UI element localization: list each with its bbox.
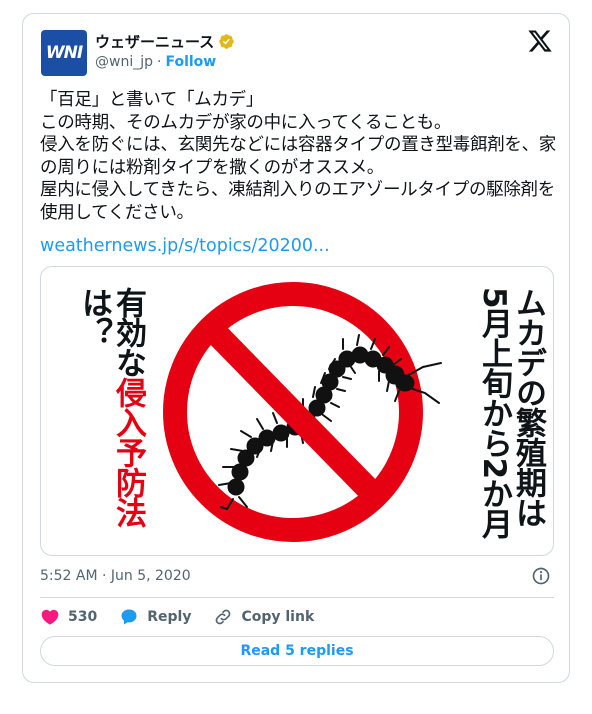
tweet-link[interactable]: weathernews.jp/s/topics/20200... [40, 236, 330, 256]
prohibition-centipede-illustration [163, 282, 442, 542]
verified-badge-icon [219, 34, 235, 49]
reply-button[interactable]: Reply [119, 607, 191, 627]
like-button[interactable]: 530 [40, 607, 97, 627]
read-replies-button[interactable]: Read 5 replies [40, 636, 554, 666]
display-name[interactable]: ウェザーニュース [95, 31, 214, 52]
handle[interactable]: @wni_jp [95, 54, 153, 70]
author-name-row: ウェザーニュース [95, 31, 235, 52]
separator-dot: · [157, 54, 162, 70]
avatar[interactable]: WNI [41, 30, 87, 76]
divider [40, 597, 554, 598]
reply-bubble-icon [121, 609, 137, 625]
tweet-timestamp[interactable]: 5:52 AM · Jun 5, 2020 [40, 568, 191, 584]
like-count: 530 [68, 609, 98, 625]
x-logo-icon[interactable] [527, 28, 553, 54]
copy-link-button[interactable]: Copy link [213, 607, 314, 627]
tweet-image[interactable]: 有効な侵入予防法 は？ ムカデの繁殖期は 5月上旬から2か月 [40, 266, 554, 556]
media-left-text-bottom: は？ [76, 287, 112, 347]
avatar-logo: WNI [45, 43, 83, 63]
copy-link-label: Copy link [241, 609, 315, 625]
media-left-caption: 有効な侵入予防法 は？ [76, 287, 146, 555]
heart-icon [41, 609, 59, 625]
follow-button[interactable]: Follow [165, 54, 216, 70]
action-bar: 530 Reply Copy link [40, 606, 336, 628]
info-icon[interactable] [531, 566, 551, 586]
media-right-caption: ムカデの繁殖期は 5月上旬から2か月 [476, 287, 546, 539]
reply-label: Reply [147, 609, 192, 625]
media-right-line2: 5月上旬から2か月 [476, 287, 512, 539]
media-left-text-top: 有効な [110, 287, 146, 377]
link-icon [216, 609, 231, 625]
tweet-text: 「百足」と書いて「ムカデ」 この時期、そのムカデが家の中に入ってくることも。 侵… [40, 90, 556, 223]
media-right-line1: ムカデの繁殖期は [510, 287, 546, 527]
tweet-card: WNI ウェザーニュース @wni_jp · Follow 「百足」と書いて「ム… [22, 13, 570, 683]
media-left-text-red: 侵入予防法 [110, 377, 146, 527]
handle-row: @wni_jp · Follow [95, 54, 216, 70]
